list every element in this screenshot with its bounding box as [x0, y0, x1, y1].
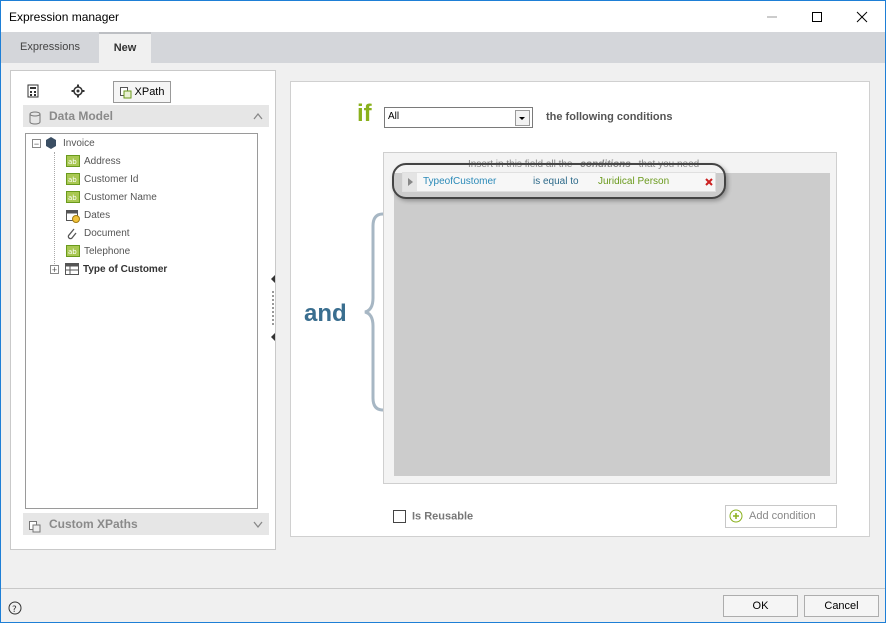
condition-value[interactable]: Juridical Person	[598, 173, 669, 191]
tree-item-telephone[interactable]: ab Telephone	[66, 244, 130, 260]
tree-root-label: Invoice	[63, 138, 95, 149]
dialog-footer: ? OK Cancel	[1, 588, 885, 622]
text-field-icon: ab	[66, 245, 80, 258]
panel-splitter[interactable]	[269, 273, 277, 343]
condition-operator[interactable]: is equal to	[533, 173, 579, 191]
text-field-icon: ab	[66, 173, 80, 186]
entity-icon	[45, 137, 57, 150]
expression-manager-window: Expression manager Expressions New XPath…	[0, 0, 886, 623]
close-icon[interactable]	[839, 1, 884, 32]
xpath-tab-label: XPath	[134, 86, 165, 98]
text-field-icon: ab	[66, 191, 80, 204]
database-icon	[29, 110, 41, 125]
is-reusable-checkbox[interactable]: Is Reusable	[393, 510, 473, 523]
title-bar: Expression manager	[1, 1, 885, 32]
following-conditions-text: the following conditions	[546, 111, 673, 123]
tree-item-label: Customer Id	[84, 174, 139, 185]
xpath-icon	[29, 518, 41, 533]
condition-highlight: TypeofCustomer is equal to Juridical Per…	[392, 163, 726, 199]
condition-field[interactable]: TypeofCustomer	[423, 173, 496, 191]
gear-icon[interactable]	[68, 81, 88, 101]
svg-text:ab: ab	[68, 176, 77, 184]
svg-text:ab: ab	[68, 194, 77, 202]
brace-icon	[363, 212, 385, 415]
ok-button[interactable]: OK	[723, 595, 798, 617]
remove-condition-icon[interactable]	[705, 173, 713, 198]
cancel-button[interactable]: Cancel	[804, 595, 879, 617]
tree-root-invoice[interactable]: − Invoice	[32, 136, 95, 152]
window-title: Expression manager	[9, 10, 120, 24]
table-icon	[65, 263, 79, 276]
custom-xpaths-label: Custom XPaths	[49, 517, 138, 531]
maximize-icon[interactable]	[794, 1, 839, 32]
calendar-icon	[66, 209, 80, 224]
data-model-header[interactable]: Data Model	[23, 105, 269, 127]
tree-item-label: Customer Name	[84, 192, 157, 203]
data-model-label: Data Model	[49, 109, 114, 123]
tab-expressions[interactable]: Expressions	[1, 32, 99, 63]
tree-item-customer-id[interactable]: ab Customer Id	[66, 172, 138, 188]
tab-xpath[interactable]: XPath	[113, 81, 171, 103]
if-label: if	[357, 100, 372, 127]
text-field-icon: ab	[66, 155, 80, 168]
expand-icon[interactable]: +	[50, 264, 59, 274]
collapse-icon[interactable]: −	[32, 138, 41, 148]
tree-item-label: Telephone	[84, 246, 131, 257]
tree-item-label: Document	[84, 228, 130, 239]
tree-item-label: Address	[84, 156, 121, 167]
condition-row[interactable]: TypeofCustomer is equal to Juridical Per…	[402, 172, 716, 192]
tab-bar: Expressions New	[1, 32, 885, 63]
custom-xpaths-header[interactable]: Custom XPaths	[23, 513, 269, 535]
conditions-area[interactable]: Insert in this field all the conditions …	[383, 152, 837, 484]
main-content: XPath Data Model − Invoice ab Address ab…	[1, 63, 885, 588]
add-condition-label: Add condition	[749, 510, 816, 522]
calculator-icon[interactable]	[23, 81, 43, 101]
chevron-down-icon[interactable]	[253, 513, 263, 542]
and-label: and	[304, 300, 347, 327]
minimize-icon[interactable]	[749, 1, 794, 32]
paperclip-icon	[66, 227, 78, 240]
add-condition-button[interactable]: Add condition	[725, 505, 837, 528]
tab-new[interactable]: New	[99, 32, 151, 63]
tree-item-address[interactable]: ab Address	[66, 154, 121, 170]
chevron-up-icon[interactable]	[253, 105, 263, 136]
tree-item-document[interactable]: Document	[66, 226, 130, 242]
quantifier-select[interactable]: All	[384, 107, 533, 128]
svg-text:ab: ab	[68, 158, 77, 166]
xpath-icon	[119, 86, 132, 99]
tree-item-dates[interactable]: Dates	[66, 208, 110, 224]
conditions-drop-zone[interactable]	[394, 173, 830, 476]
tree-item-label: Dates	[84, 210, 111, 221]
checkbox-icon[interactable]	[393, 510, 406, 523]
help-icon[interactable]: ?	[8, 601, 22, 618]
tree-connector	[54, 152, 56, 270]
svg-text:ab: ab	[68, 248, 77, 256]
dropdown-arrow-icon[interactable]	[515, 110, 530, 126]
is-reusable-label: Is Reusable	[412, 510, 474, 523]
plus-circle-icon	[729, 509, 743, 523]
tree-item-label: Type of Customer	[83, 264, 168, 275]
svg-text:?: ?	[12, 605, 17, 615]
data-model-tree: − Invoice ab Address ab Customer Id ab Custo…	[25, 133, 258, 509]
quantifier-value: All	[388, 111, 400, 122]
drag-handle-icon[interactable]	[403, 173, 417, 191]
tree-item-type-of-customer[interactable]: + Type of Customer	[50, 262, 167, 278]
data-model-panel: XPath Data Model − Invoice ab Address ab…	[10, 70, 276, 550]
tree-item-customer-name[interactable]: ab Customer Name	[66, 190, 157, 206]
condition-editor-panel: if All the following conditions and Inse…	[290, 81, 870, 537]
